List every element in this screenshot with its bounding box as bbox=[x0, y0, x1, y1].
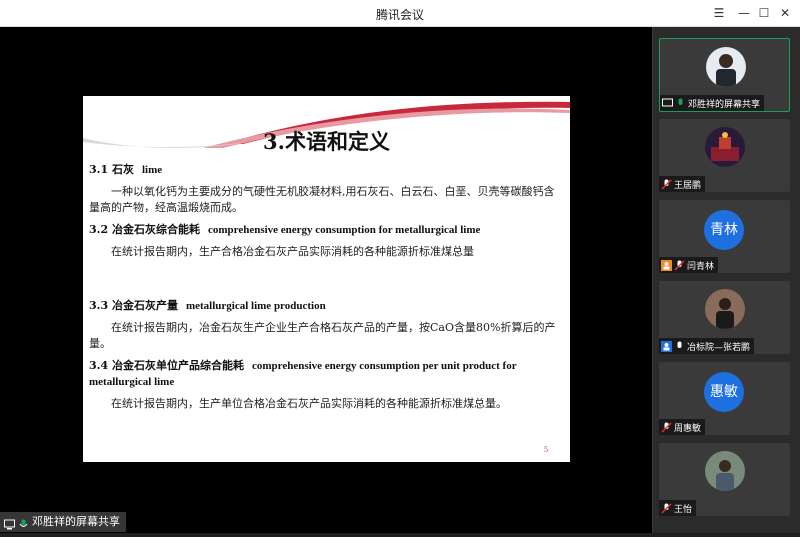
slide-title: 3.术语和定义 bbox=[263, 129, 390, 154]
participant-initials-avatar: 惠敏 bbox=[704, 372, 744, 412]
term-heading-en: comprehensive energy consumption for met… bbox=[207, 224, 481, 236]
term-section: 3.2 冶金石灰综合能耗 comprehensive energy consump… bbox=[89, 222, 560, 260]
term-definition: 在统计报告期内，冶金石灰生产企业生产合格石灰产品的产量，按CaO含量80%折算后… bbox=[89, 321, 556, 350]
presentation-slide: 3.术语和定义 3.1 石灰 lime 一种以氧化钙为主要成分的气硬性无机胶凝材料… bbox=[83, 96, 570, 462]
hamburger-icon[interactable]: ☰ bbox=[708, 0, 730, 27]
participant-tile[interactable]: 王怡 bbox=[659, 443, 790, 516]
term-definition: 在统计报告期内，生产合格冶金石灰产品实际消耗的各种能源折标准煤总量 bbox=[111, 245, 474, 258]
participant-name: 闫青林 bbox=[687, 261, 715, 272]
participant-tile[interactable]: 青林 闫青林 bbox=[659, 200, 790, 273]
term-heading: 3.3 冶金石灰产量 bbox=[89, 299, 178, 312]
participant-initials-avatar: 青林 bbox=[704, 210, 744, 250]
microphone-muted-icon bbox=[674, 259, 685, 271]
maximize-icon[interactable]: ☐ bbox=[753, 0, 775, 27]
participant-name: 冶标院—张若鹏 bbox=[687, 342, 751, 353]
microphone-icon bbox=[675, 98, 686, 109]
term-heading: 3.4 冶金石灰单位产品综合能耗 bbox=[89, 359, 244, 372]
participant-tile[interactable]: 王居鹏 bbox=[659, 119, 790, 192]
participant-tile[interactable]: 惠敏 周惠敏 bbox=[659, 362, 790, 435]
window-title: 腾讯会议 bbox=[375, 8, 424, 22]
participant-tile[interactable]: 邓胜祥的屏幕共享 bbox=[659, 38, 790, 112]
term-heading-en: lime bbox=[141, 164, 163, 176]
term-definition: 在统计报告期内，生产单位合格冶金石灰产品实际消耗的各种能源折标准煤总量。 bbox=[111, 397, 507, 410]
term-section: 3.4 冶金石灰单位产品综合能耗 comprehensive energy con… bbox=[89, 358, 560, 412]
screen-share-icon bbox=[4, 517, 15, 529]
microphone-muted-icon bbox=[661, 502, 672, 514]
microphone-muted-icon bbox=[661, 178, 672, 190]
microphone-icon bbox=[674, 341, 685, 352]
term-section: 3.3 冶金石灰产量 metallurgical lime production … bbox=[89, 298, 560, 352]
participant-avatar bbox=[706, 47, 746, 87]
participant-name: 周惠敏 bbox=[674, 423, 702, 434]
microphone-muted-icon bbox=[661, 421, 672, 433]
participant-name: 邓胜祥的屏幕共享 bbox=[688, 99, 761, 110]
minimize-icon[interactable]: — bbox=[733, 0, 755, 27]
term-heading: 3.2 冶金石灰综合能耗 bbox=[89, 223, 200, 236]
screen-share-label: 邓胜祥的屏幕共享 bbox=[0, 512, 126, 532]
term-heading: 3.1 石灰 bbox=[89, 163, 134, 176]
title-bar: 腾讯会议 ☰ — ☐ ✕ bbox=[0, 0, 800, 27]
microphone-icon bbox=[18, 517, 29, 528]
share-label-text: 邓胜祥的屏幕共享 bbox=[32, 515, 120, 528]
phone-user-icon bbox=[661, 340, 672, 352]
phone-user-icon bbox=[661, 259, 672, 271]
close-icon[interactable]: ✕ bbox=[774, 0, 796, 27]
term-heading-en: metallurgical lime production bbox=[185, 300, 326, 312]
term-section: 3.1 石灰 lime 一种以氧化钙为主要成分的气硬性无机胶凝材料,用石灰石、白云… bbox=[89, 162, 560, 216]
term-definition: 一种以氧化钙为主要成分的气硬性无机胶凝材料,用石灰石、白云石、白垩、贝壳等碳酸钙… bbox=[89, 185, 555, 214]
participant-name: 王居鹏 bbox=[674, 180, 702, 191]
participant-avatar bbox=[705, 127, 745, 167]
participant-avatar bbox=[705, 451, 745, 491]
screen-share-icon bbox=[662, 98, 673, 109]
participant-avatar bbox=[705, 289, 745, 329]
participant-tile[interactable]: 冶标院—张若鹏 bbox=[659, 281, 790, 354]
participant-name: 王怡 bbox=[674, 504, 693, 515]
slide-page-number: 5 bbox=[544, 445, 548, 454]
